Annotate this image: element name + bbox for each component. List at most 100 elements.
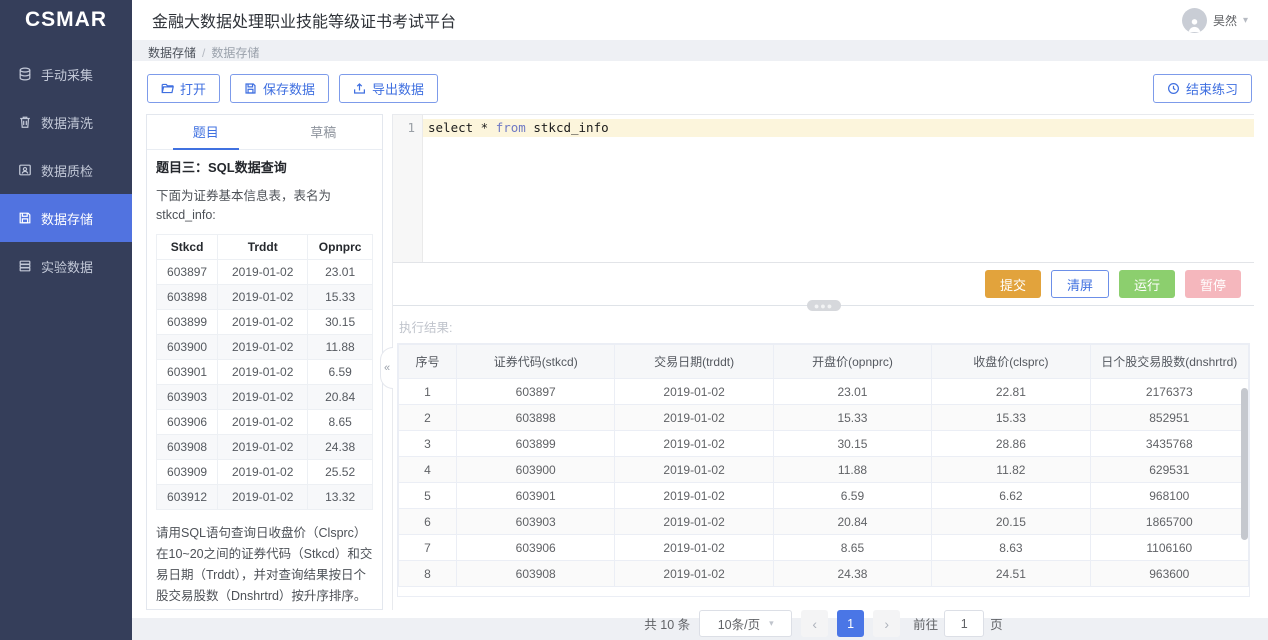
table-cell: 24.38	[308, 434, 373, 459]
table-cell: 2019-01-02	[615, 431, 773, 457]
table-cell: 603908	[157, 434, 218, 459]
table-cell: 6.59	[773, 483, 931, 509]
table-cell: 2019-01-02	[615, 483, 773, 509]
page-title: 金融大数据处理职业技能等级证书考试平台	[152, 8, 456, 32]
table-cell: 30.15	[308, 309, 373, 334]
table-cell: 603898	[457, 405, 615, 431]
breadcrumb-separator: /	[202, 46, 205, 60]
export-icon	[353, 82, 366, 95]
prev-page-button[interactable]: ‹	[801, 610, 828, 637]
table-row: 6038972019-01-0223.01	[157, 259, 373, 284]
table-cell: 2019-01-02	[218, 459, 308, 484]
table-cell: 30.15	[773, 431, 931, 457]
table-cell: 13.32	[308, 484, 373, 509]
table-cell: 23.01	[773, 379, 931, 405]
table-cell: 8	[399, 561, 457, 587]
save-icon	[244, 82, 257, 95]
table-cell: 2019-01-02	[615, 405, 773, 431]
code-input-area[interactable]: select * from stkcd_info	[423, 115, 1254, 262]
table-cell: 7	[399, 535, 457, 561]
run-button[interactable]: 运行	[1119, 270, 1175, 298]
editor-gutter: 1	[393, 115, 423, 262]
column-header: 日个股交易股数(dnshrtrd)	[1090, 345, 1248, 379]
page-size-select[interactable]: 10条/页 ▾	[699, 610, 792, 637]
table-cell: 603909	[157, 459, 218, 484]
panel-splitter: ●●●	[393, 305, 1254, 306]
id-badge-icon	[17, 163, 32, 178]
sidebar-item-label: 实验数据	[41, 257, 93, 276]
sidebar-item-data-qc[interactable]: 数据质检	[0, 146, 132, 194]
sidebar-item-manual-collect[interactable]: 手动采集	[0, 50, 132, 98]
table-cell: 2019-01-02	[218, 359, 308, 384]
export-data-button[interactable]: 导出数据	[339, 74, 438, 103]
open-button[interactable]: 打开	[147, 74, 220, 103]
sidebar-item-data-clean[interactable]: 数据清洗	[0, 98, 132, 146]
pagination-total: 共 10 条	[644, 614, 690, 633]
table-cell: 2019-01-02	[218, 434, 308, 459]
table-cell: 2019-01-02	[615, 561, 773, 587]
table-header-row: Stkcd Trddt Opnprc	[157, 234, 373, 259]
table-header-row: 序号 证券代码(stkcd) 交易日期(trddt) 开盘价(opnprc) 收…	[399, 345, 1249, 379]
page-number-button[interactable]: 1	[837, 610, 864, 637]
table-row: 26038982019-01-0215.3315.33852951	[399, 405, 1249, 431]
table-row: 6039122019-01-0213.32	[157, 484, 373, 509]
table-cell: 8.63	[932, 535, 1090, 561]
breadcrumb-item[interactable]: 数据存储	[148, 46, 196, 60]
table-cell: 603901	[457, 483, 615, 509]
table-cell: 11.82	[932, 457, 1090, 483]
save-data-button[interactable]: 保存数据	[230, 74, 329, 103]
sidebar-item-data-storage[interactable]: 数据存储	[0, 194, 132, 242]
table-cell: 8.65	[773, 535, 931, 561]
table-cell: 2019-01-02	[615, 535, 773, 561]
sidebar-item-experiment-data[interactable]: 实验数据	[0, 242, 132, 290]
question-intro: 下面为证券基本信息表，表名为stkcd_info:	[156, 187, 373, 225]
table-row: 6039092019-01-0225.52	[157, 459, 373, 484]
table-cell: 2019-01-02	[218, 259, 308, 284]
scrollbar-thumb[interactable]	[1241, 388, 1248, 540]
column-header: 证券代码(stkcd)	[457, 345, 615, 379]
question-sample-table: Stkcd Trddt Opnprc 6038972019-01-0223.01…	[156, 234, 373, 510]
table-row: 76039062019-01-028.658.631106160	[399, 535, 1249, 561]
table-cell: 603903	[457, 509, 615, 535]
splitter-drag-handle[interactable]: ●●●	[807, 300, 841, 311]
pause-button[interactable]: 暂停	[1185, 270, 1241, 298]
table-row: 46039002019-01-0211.8811.82629531	[399, 457, 1249, 483]
results-section: 执行结果: 序号 证券代码(stkcd) 交易日期(trddt) 开盘价(opn…	[393, 306, 1254, 610]
table-cell: 6.59	[308, 359, 373, 384]
editor-action-bar: 提交 清屏 运行 暂停	[393, 263, 1254, 305]
results-label: 执行结果:	[397, 315, 1250, 343]
goto-page-input[interactable]	[944, 610, 984, 637]
table-row: 6039082019-01-0224.38	[157, 434, 373, 459]
table-cell: 11.88	[773, 457, 931, 483]
table-cell: 603901	[157, 359, 218, 384]
submit-button[interactable]: 提交	[985, 270, 1041, 298]
user-menu[interactable]: 昊然 ▾	[1182, 8, 1248, 33]
table-cell: 3435768	[1090, 431, 1248, 457]
next-page-button[interactable]: ›	[873, 610, 900, 637]
end-practice-button[interactable]: 结束练习	[1153, 74, 1252, 103]
tab-draft[interactable]: 草稿	[265, 115, 383, 149]
table-cell: 603897	[457, 379, 615, 405]
sidebar: CSMAR 手动采集 数据清洗 数据质检	[0, 0, 132, 640]
question-panel: 题目 草稿 题目三：SQL数据查询 下面为证券基本信息表，表名为stkcd_in…	[146, 114, 383, 610]
column-header: 序号	[399, 345, 457, 379]
sidebar-item-label: 数据质检	[41, 161, 93, 180]
column-header: 收盘价(clsprc)	[932, 345, 1090, 379]
top-header: 金融大数据处理职业技能等级证书考试平台 昊然 ▾	[132, 0, 1268, 40]
table-cell: 22.81	[932, 379, 1090, 405]
collapse-panel-handle[interactable]: «	[380, 347, 393, 389]
table-cell: 20.84	[308, 384, 373, 409]
table-cell: 1106160	[1090, 535, 1248, 561]
csmar-logo: CSMAR	[0, 0, 132, 40]
table-cell: 603897	[157, 259, 218, 284]
tab-question[interactable]: 题目	[147, 115, 265, 149]
table-cell: 15.33	[932, 405, 1090, 431]
file-toolbar: 打开 保存数据 导出数据 结束练习	[132, 61, 1268, 114]
table-cell: 603900	[457, 457, 615, 483]
goto-page: 前往 页	[913, 610, 1003, 637]
column-header: Stkcd	[157, 234, 218, 259]
table-row: 6039062019-01-028.65	[157, 409, 373, 434]
clear-screen-button[interactable]: 清屏	[1051, 270, 1109, 298]
table-cell: 24.51	[932, 561, 1090, 587]
column-header: 交易日期(trddt)	[615, 345, 773, 379]
